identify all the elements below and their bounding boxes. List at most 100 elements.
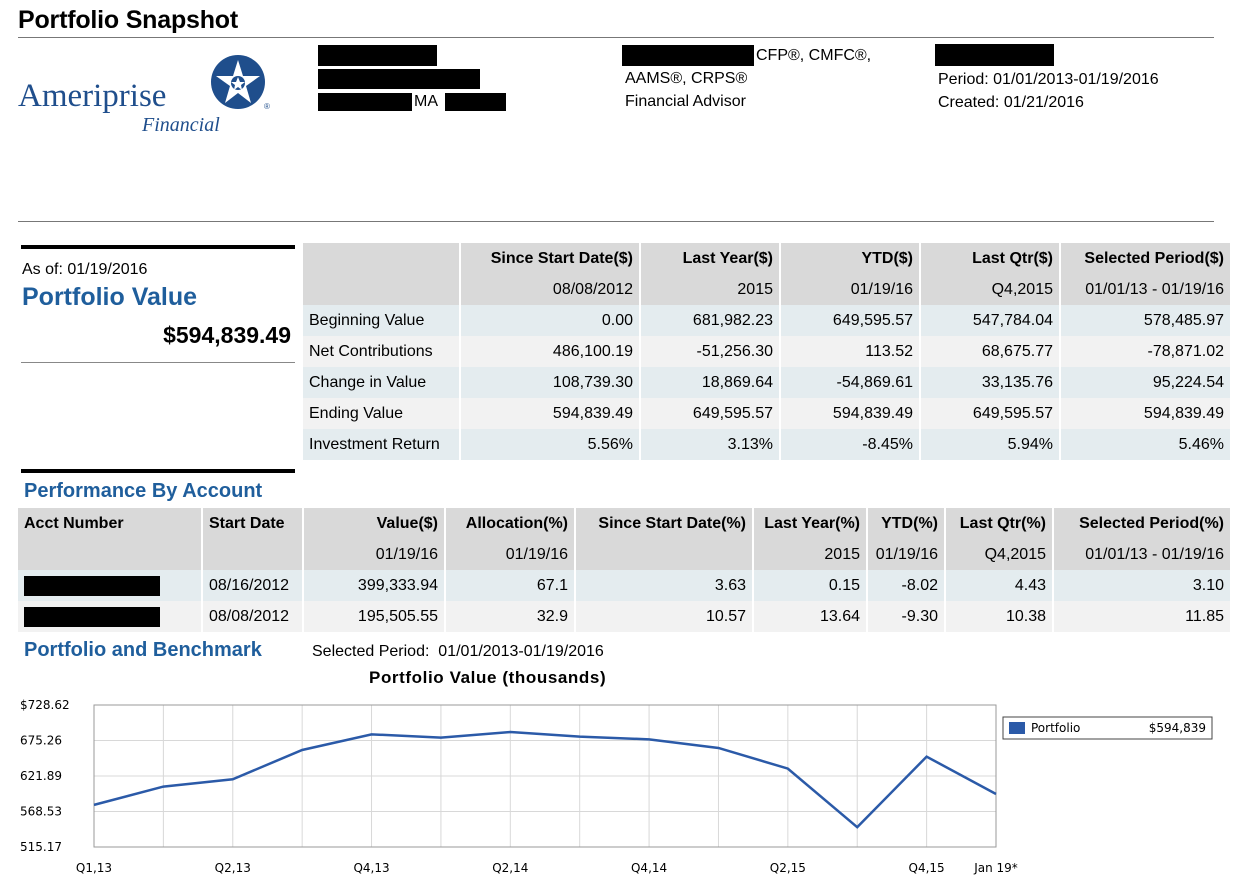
col-start-date: Start Date — [201, 508, 303, 539]
table-cell: 681,982.23 — [639, 305, 780, 336]
summary-header-row: Since Start Date($) Last Year($) YTD($) … — [303, 243, 1230, 274]
sub-cell: 01/19/16 — [444, 539, 575, 570]
table-cell: -78,871.02 — [1059, 336, 1230, 367]
table-cell: 649,595.57 — [779, 305, 920, 336]
col-since-start-pct: Since Start Date(%) — [574, 508, 753, 539]
value-box-top-rule — [21, 245, 295, 249]
redacted-client-address — [318, 69, 480, 89]
table-cell: 399,333.94 — [302, 570, 445, 601]
legend-swatch — [1009, 722, 1025, 734]
redacted-acct-number — [24, 606, 160, 627]
legend-label: Portfolio — [1031, 721, 1080, 735]
table-cell: 08/08/2012 — [201, 601, 303, 632]
table-cell: 5.94% — [919, 429, 1060, 460]
header-bottom-rule — [18, 221, 1214, 222]
x-tick-label: Q2,13 — [215, 861, 251, 875]
col-last-qtr-pct: Last Qtr(%) — [944, 508, 1053, 539]
sub-cell: 01/01/13 - 01/19/16 — [1052, 539, 1230, 570]
table-row: Change in Value 108,739.30 18,869.64 -54… — [303, 367, 1230, 398]
col-allocation: Allocation(%) — [444, 508, 575, 539]
legend-value: $594,839 — [1149, 721, 1206, 735]
col-value: Value($) — [302, 508, 445, 539]
table-cell: 32.9 — [444, 601, 575, 632]
benchmark-selected-period: Selected Period: 01/01/2013-01/19/2016 — [312, 643, 604, 660]
chart-grid — [93, 704, 997, 848]
y-axis-labels: $728.62 675.26 621.89 568.53 515.17 — [20, 698, 70, 854]
as-of-date: As of: 01/19/2016 — [22, 261, 148, 278]
col-acct-number: Acct Number — [18, 508, 202, 539]
table-cell: 5.56% — [459, 429, 640, 460]
sub-cell: 2015 — [752, 539, 867, 570]
redacted-account-name — [935, 44, 1054, 66]
period-value: 01/01/2013-01/19/2016 — [993, 71, 1159, 88]
sub-cell: Q4,2015 — [944, 539, 1053, 570]
summary-subheader-blank — [303, 274, 460, 305]
table-cell: 578,485.97 — [1059, 305, 1230, 336]
client-state: MA — [414, 93, 438, 110]
table-cell: 5.46% — [1059, 429, 1230, 460]
col-ytd-pct: YTD(%) — [866, 508, 945, 539]
col-selected-period-pct: Selected Period(%) — [1052, 508, 1230, 539]
summary-subheader-row: 08/08/2012 2015 01/19/16 Q4,2015 01/01/1… — [303, 274, 1230, 305]
performance-title: Performance By Account — [24, 480, 263, 502]
col-selected-period: Selected Period($) — [1059, 243, 1230, 274]
series-line-portfolio — [93, 730, 997, 829]
table-cell: 3.13% — [639, 429, 780, 460]
table-cell: 0.15 — [752, 570, 867, 601]
benchmark-title: Portfolio and Benchmark — [24, 639, 262, 661]
logo-name: Ameriprise — [18, 78, 167, 114]
sub-cell: 01/19/16 — [866, 539, 945, 570]
portfolio-value-amount: $594,839.49 — [163, 322, 291, 348]
redacted-client-city — [318, 93, 412, 111]
y-tick-label: 568.53 — [20, 805, 62, 819]
table-cell: 10.57 — [574, 601, 753, 632]
redacted-client-zip — [445, 93, 506, 111]
y-tick-label: 515.17 — [20, 840, 62, 854]
table-cell: -8.45% — [779, 429, 920, 460]
sub-cell: Q4,2015 — [919, 274, 1060, 305]
table-cell: 547,784.04 — [919, 305, 1060, 336]
table-cell: 594,839.49 — [1059, 398, 1230, 429]
portfolio-value-chart: $728.62 675.26 621.89 568.53 515.17 Q1,13 Q2,… — [20, 698, 1213, 875]
created-label: Created: — [938, 94, 1000, 111]
row-label: Net Contributions — [303, 336, 460, 367]
advisor-designations-2: AAMS®, CRPS® — [625, 70, 748, 87]
table-cell: 649,595.57 — [919, 398, 1060, 429]
table-cell: 13.64 — [752, 601, 867, 632]
table-cell: 3.63 — [574, 570, 753, 601]
sub-cell — [574, 539, 753, 570]
performance-top-rule — [21, 469, 295, 473]
logo-sub: Financial — [142, 114, 220, 136]
redacted-acct-cell — [18, 570, 202, 601]
sub-cell — [201, 539, 303, 570]
sub-cell: 01/01/13 - 01/19/16 — [1059, 274, 1230, 305]
y-tick-label: 675.26 — [20, 733, 62, 747]
table-cell: 108,739.30 — [459, 367, 640, 398]
table-cell: 649,595.57 — [639, 398, 780, 429]
redacted-advisor-name — [622, 45, 754, 66]
title-rule — [18, 37, 1214, 38]
sub-cell: 01/19/16 — [302, 539, 445, 570]
table-cell: -54,869.61 — [779, 367, 920, 398]
table-row: Net Contributions 486,100.19 -51,256.30 … — [303, 336, 1230, 367]
period-label: Period: — [938, 71, 989, 88]
table-cell: -8.02 — [866, 570, 945, 601]
col-since-start: Since Start Date($) — [459, 243, 640, 274]
table-cell: 11.85 — [1052, 601, 1230, 632]
table-cell: 33,135.76 — [919, 367, 1060, 398]
table-cell: 68,675.77 — [919, 336, 1060, 367]
performance-header-row: Acct Number Start Date Value($) Allocati… — [18, 508, 1230, 539]
sub-cell — [18, 539, 202, 570]
table-cell: 18,869.64 — [639, 367, 780, 398]
row-label: Ending Value — [303, 398, 460, 429]
table-cell: -9.30 — [866, 601, 945, 632]
x-tick-label: Jan 19* — [973, 861, 1018, 875]
chart-title: Portfolio Value (thousands) — [369, 668, 607, 687]
y-tick-label: $728.62 — [20, 698, 70, 712]
col-last-year: Last Year($) — [639, 243, 780, 274]
performance-table: Acct Number Start Date Value($) Allocati… — [18, 508, 1230, 632]
star-seal-icon — [211, 55, 265, 109]
x-tick-label: Q4,14 — [631, 861, 667, 875]
row-label: Change in Value — [303, 367, 460, 398]
x-tick-label: Q2,15 — [770, 861, 806, 875]
